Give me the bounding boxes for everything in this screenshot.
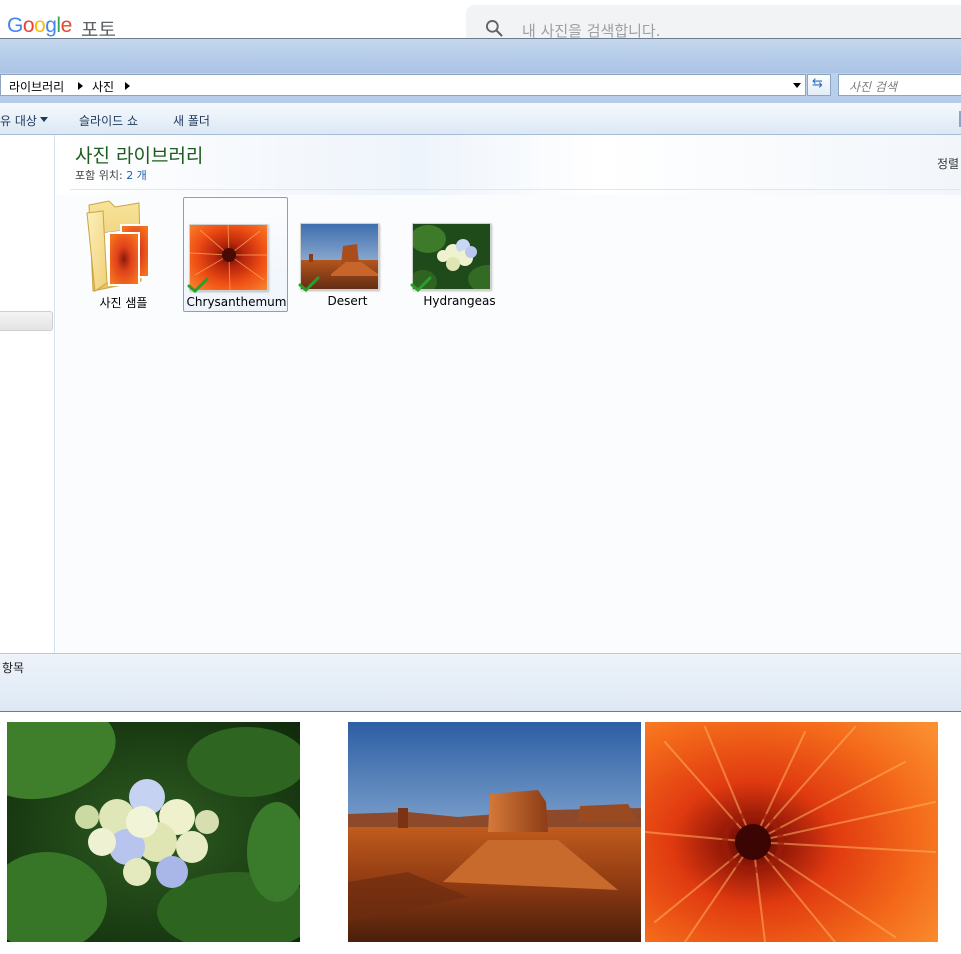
search-placeholder: 사진 검색 (849, 80, 897, 94)
photo-hydrangeas[interactable] (7, 722, 300, 942)
photo-desert[interactable] (348, 722, 641, 942)
file-name: Hydrangeas (423, 294, 496, 308)
file-item-chrysanthemum[interactable]: Chrysanthemum (183, 197, 288, 312)
includes-count-link[interactable]: 2 개 (126, 169, 147, 182)
folder-item-photo-samples[interactable]: 사진 샘플 (71, 197, 176, 312)
details-pane: 항목 (0, 653, 961, 711)
sync-check-icon (187, 277, 209, 293)
file-list-pane[interactable]: 사진 라이브러리 포함 위치: 2 개 정렬 사진 샘플 Chrysanthem… (56, 135, 961, 653)
slideshow-button[interactable]: 슬라이드 쇼 (79, 112, 138, 129)
search-icon[interactable] (484, 18, 504, 38)
library-includes: 포함 위치: 2 개 (75, 167, 147, 183)
navigation-scrollbar[interactable] (0, 311, 53, 331)
chevron-down-icon[interactable] (40, 117, 48, 122)
item-count-label: 항목 (2, 661, 25, 675)
breadcrumb-arrow-icon[interactable] (78, 82, 83, 90)
google-logo[interactable]: Google (7, 14, 72, 38)
google-photos-header: Google 포토 내 사진을 검색합니다. (0, 0, 961, 45)
file-name: Desert (327, 294, 368, 308)
command-bar: 유 대상 슬라이드 쇼 새 폴더 (0, 103, 961, 135)
file-name: 사진 샘플 (99, 296, 148, 310)
window-title-bar[interactable] (0, 39, 961, 73)
address-row: 라이브러리 사진 ⇆ 사진 검색 (0, 73, 961, 103)
navigation-pane[interactable] (0, 135, 55, 653)
folder-icon (86, 200, 150, 292)
breadcrumb-arrow-icon[interactable] (125, 82, 130, 90)
sync-check-icon (298, 276, 320, 292)
refresh-icon: ⇆ (812, 76, 823, 91)
file-name: Chrysanthemum (186, 295, 287, 309)
photo-gallery (0, 712, 961, 954)
refresh-button[interactable]: ⇆ (807, 74, 831, 96)
includes-label: 포함 위치: (75, 169, 123, 182)
address-dropdown-icon[interactable] (793, 83, 801, 88)
photo-chrysanthemum[interactable] (645, 722, 938, 942)
library-title: 사진 라이브러리 (75, 145, 204, 167)
share-with-button[interactable]: 유 대상 (0, 112, 37, 129)
sync-check-icon (410, 276, 432, 292)
breadcrumb-pictures[interactable]: 사진 (92, 78, 114, 95)
new-folder-button[interactable]: 새 폴더 (173, 112, 210, 129)
address-bar[interactable]: 라이브러리 사진 (0, 74, 806, 96)
file-item-hydrangeas[interactable]: Hydrangeas (407, 197, 512, 312)
divider (70, 189, 961, 190)
explorer-window: 라이브러리 사진 ⇆ 사진 검색 유 대상 슬라이드 쇼 새 폴더 사진 라이브… (0, 38, 961, 712)
sort-button[interactable]: 정렬 (937, 155, 959, 172)
breadcrumb-libraries[interactable]: 라이브러리 (9, 78, 64, 95)
file-item-desert[interactable]: Desert (295, 197, 400, 312)
explorer-search-input[interactable]: 사진 검색 (838, 74, 961, 96)
